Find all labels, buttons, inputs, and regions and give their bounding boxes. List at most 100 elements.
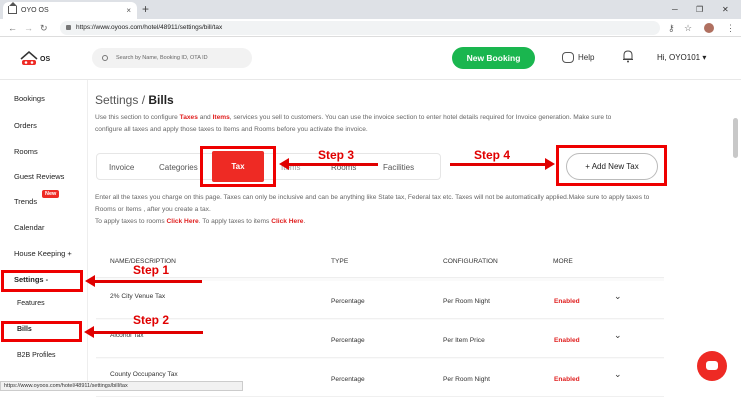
- items-link[interactable]: Items: [213, 114, 230, 121]
- browser-menu-icon[interactable]: ⋮: [726, 19, 735, 37]
- step1-label: Step 1: [133, 263, 170, 277]
- step3-highlight: [200, 146, 276, 187]
- tax-type: Percentage: [331, 337, 365, 344]
- logo-text: OS: [40, 56, 51, 63]
- browser-tab-bar: OYO OS × + ─ ❐ ✕: [0, 0, 741, 19]
- chat-icon: [706, 361, 718, 370]
- desc-part: Enter all the taxes you charge on this p…: [95, 194, 650, 213]
- profile-avatar[interactable]: [704, 23, 714, 33]
- step4-arrow: [450, 163, 546, 166]
- breadcrumb-bills: Bills: [148, 93, 174, 107]
- help-icon: [562, 52, 574, 63]
- step4-arrow-head: [545, 158, 555, 170]
- close-tab-icon[interactable]: ×: [126, 2, 131, 19]
- tax-config: Per Room Night: [443, 298, 490, 305]
- search-icon: [102, 55, 108, 61]
- url-field[interactable]: https://www.oyoos.com/hotel/48911/settin…: [60, 21, 660, 35]
- step2-label: Step 2: [133, 313, 170, 327]
- sidebar-item-rooms[interactable]: Rooms: [14, 147, 38, 156]
- step4-highlight: [556, 145, 667, 186]
- tab-categories[interactable]: Categories: [159, 154, 198, 181]
- table-row[interactable]: 2% City Venue Tax Percentage Per Room Ni…: [96, 281, 664, 319]
- new-booking-button[interactable]: New Booking: [452, 47, 535, 69]
- items-click-here-link[interactable]: Click Here: [271, 218, 303, 225]
- browser-tab-title: OYO OS: [21, 7, 49, 14]
- desc-part: . To apply taxes to items: [198, 218, 272, 225]
- url-text: https://www.oyoos.com/hotel/48911/settin…: [76, 24, 223, 31]
- browser-tab[interactable]: OYO OS ×: [3, 2, 137, 19]
- sidebar-item-trends[interactable]: Trends New: [14, 190, 60, 206]
- step2-arrow: [93, 331, 203, 334]
- oyo-logo[interactable]: OS: [18, 47, 74, 71]
- chevron-down-icon[interactable]: ⌄: [614, 330, 622, 341]
- new-tab-button[interactable]: +: [142, 0, 149, 19]
- tax-type: Percentage: [331, 376, 365, 383]
- intro-part: Use this section to configure: [95, 114, 180, 121]
- desc-part: .: [303, 218, 306, 225]
- main-content: Settings / Bills Use this section to con…: [88, 80, 741, 397]
- step1-highlight: [1, 270, 83, 292]
- tax-config: Per Item Price: [443, 337, 485, 344]
- intro-part: and: [197, 114, 213, 121]
- top-navigation: OS Search by Name, Booking ID, OTA ID Ne…: [0, 38, 741, 80]
- sidebar: Bookings Orders Rooms Guest Reviews Tren…: [0, 80, 88, 391]
- maximize-icon[interactable]: ❐: [696, 0, 703, 19]
- sidebar-item-guest-reviews[interactable]: Guest Reviews: [14, 172, 64, 181]
- back-icon[interactable]: ←: [8, 19, 17, 37]
- user-menu[interactable]: Hi, OYO101 ▾: [657, 51, 706, 65]
- tax-type: Percentage: [331, 298, 365, 305]
- sidebar-item-b2b-profiles[interactable]: B2B Profiles: [17, 352, 56, 359]
- search-input[interactable]: Search by Name, Booking ID, OTA ID: [92, 48, 252, 68]
- taxes-link[interactable]: Taxes: [180, 114, 198, 121]
- tax-description: Enter all the taxes you charge on this p…: [95, 192, 665, 228]
- sidebar-item-features[interactable]: Features: [17, 300, 45, 307]
- tax-name: County Occupancy Tax: [110, 371, 178, 378]
- rooms-click-here-link[interactable]: Click Here: [166, 218, 198, 225]
- col-type: TYPE: [331, 258, 349, 265]
- scrollbar[interactable]: [733, 118, 738, 158]
- forward-icon[interactable]: →: [24, 19, 33, 37]
- new-badge: New: [42, 190, 60, 198]
- chevron-down-icon[interactable]: ⌄: [614, 291, 622, 302]
- sidebar-item-house-keeping[interactable]: House Keeping +: [14, 249, 72, 258]
- step3-arrow: [288, 163, 378, 166]
- minimize-icon[interactable]: ─: [672, 0, 678, 19]
- tax-name: 2% City Venue Tax: [110, 293, 166, 300]
- help-button[interactable]: Help: [562, 51, 594, 65]
- tab-invoice[interactable]: Invoice: [109, 154, 134, 181]
- star-icon[interactable]: ☆: [684, 19, 692, 37]
- sidebar-item-calendar[interactable]: Calendar: [14, 223, 44, 232]
- intro-text: Use this section to configure Taxes and …: [95, 112, 635, 136]
- status-badge: Enabled: [554, 337, 580, 344]
- status-badge: Enabled: [554, 298, 580, 305]
- address-bar: ← → ↻ https://www.oyoos.com/hotel/48911/…: [0, 19, 741, 37]
- chevron-down-icon[interactable]: ⌄: [614, 369, 622, 380]
- oyo-logo-icon: [20, 51, 38, 65]
- table-row[interactable]: Alcohol Tax Percentage Per Item Price En…: [96, 320, 664, 358]
- desc-part: To apply taxes to rooms: [95, 218, 167, 225]
- step3-label: Step 3: [318, 148, 355, 162]
- lock-icon: [66, 25, 71, 30]
- app: OS Search by Name, Booking ID, OTA ID Ne…: [0, 38, 741, 397]
- table-row[interactable]: County Occupancy Tax Percentage Per Room…: [96, 359, 664, 397]
- step4-label: Step 4: [474, 148, 511, 162]
- table-header: NAME/DESCRIPTION TYPE CONFIGURATION MORE: [96, 246, 664, 278]
- help-label: Help: [578, 53, 595, 62]
- col-more: MORE: [553, 258, 573, 265]
- sidebar-item-label: Trends: [14, 197, 38, 206]
- close-window-icon[interactable]: ✕: [722, 0, 729, 19]
- status-badge: Enabled: [554, 376, 580, 383]
- chat-button[interactable]: [697, 351, 727, 381]
- status-bar-url: https://www.oyoos.com/hotel/48911/settin…: [0, 381, 243, 391]
- sidebar-item-bookings[interactable]: Bookings: [14, 94, 45, 103]
- sidebar-item-orders[interactable]: Orders: [14, 121, 37, 130]
- tab-facilities[interactable]: Facilities: [383, 154, 414, 181]
- tax-config: Per Room Night: [443, 376, 490, 383]
- reload-icon[interactable]: ↻: [40, 19, 48, 37]
- step1-arrow: [94, 280, 202, 283]
- step2-highlight: [1, 321, 82, 342]
- home-icon: [8, 2, 17, 14]
- key-icon[interactable]: ⚷: [668, 19, 675, 37]
- breadcrumb-settings[interactable]: Settings /: [95, 93, 148, 107]
- bell-icon[interactable]: [622, 49, 634, 63]
